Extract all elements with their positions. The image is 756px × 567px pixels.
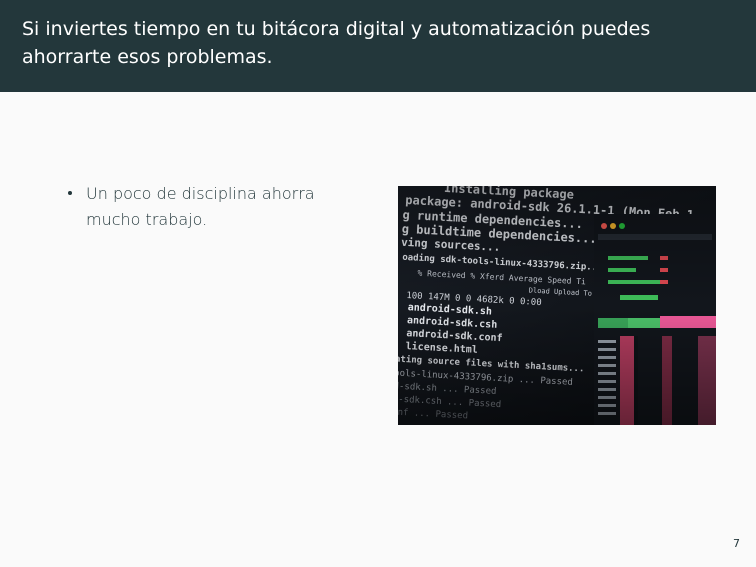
bullet-list: Un poco de disciplina ahorra mucho traba… <box>64 181 364 233</box>
slide-title: Si inviertes tiempo en tu bitácora digit… <box>22 18 651 68</box>
bullet-item: Un poco de disciplina ahorra mucho traba… <box>64 181 364 233</box>
bullet-dot-icon <box>68 191 72 195</box>
terminal-photo-illustration: Installing package package: android-sdk … <box>398 186 716 425</box>
slide-header: Si inviertes tiempo en tu bitácora digit… <box>0 0 756 92</box>
page-number: 7 <box>733 537 740 550</box>
bullet-text: Un poco de disciplina ahorra mucho traba… <box>86 184 315 229</box>
terminal-photo: Installing package package: android-sdk … <box>398 186 716 425</box>
